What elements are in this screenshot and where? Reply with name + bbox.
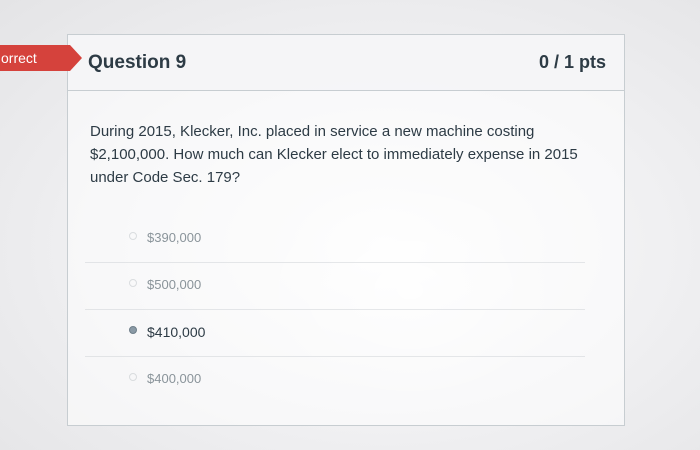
answer-option[interactable]: $390,000	[85, 216, 585, 263]
question-text: During 2015, Klecker, Inc. placed in ser…	[90, 123, 578, 186]
answer-label: $410,000	[147, 324, 206, 340]
answer-option[interactable]: $400,000	[85, 357, 585, 404]
banner-arrow-tip	[70, 45, 82, 71]
question-header: Question 9 0 / 1 pts	[68, 35, 624, 91]
incorrect-status-label: orrect	[1, 50, 37, 66]
answer-option-selected[interactable]: $410,000	[85, 310, 585, 357]
answer-label: $500,000	[147, 277, 202, 292]
question-title: Question 9	[88, 52, 187, 73]
radio-unselected-icon[interactable]	[129, 373, 137, 381]
radio-unselected-icon[interactable]	[129, 232, 137, 240]
radio-unselected-icon[interactable]	[129, 279, 137, 287]
answer-label: $400,000	[147, 371, 202, 386]
answer-list: $390,000 $500,000 $410,000 $400,000	[85, 216, 585, 404]
radio-selected-icon[interactable]	[129, 326, 137, 334]
incorrect-status-banner: orrect	[0, 45, 70, 71]
answer-label: $390,000	[147, 230, 202, 245]
answer-option[interactable]: $500,000	[85, 263, 585, 310]
question-points: 0 / 1 pts	[538, 52, 606, 72]
